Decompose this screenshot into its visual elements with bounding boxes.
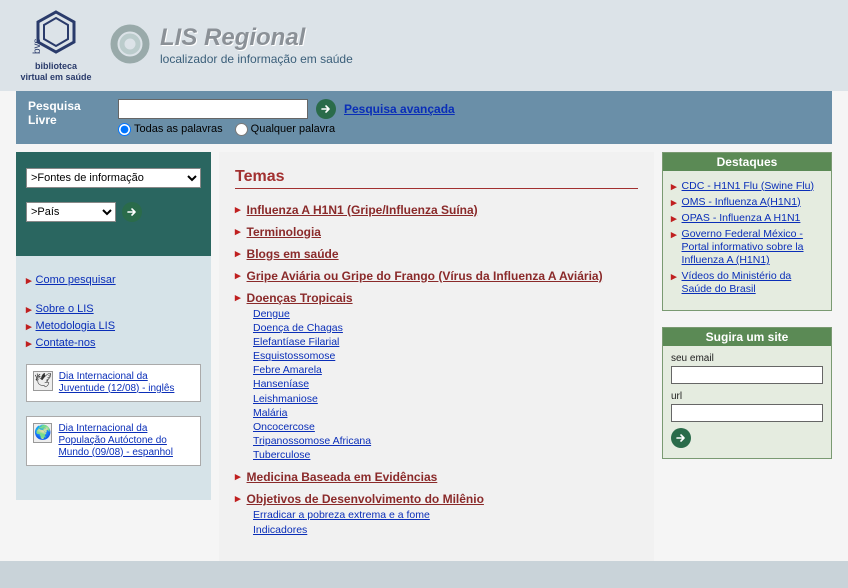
bvs-text-1: biblioteca (35, 61, 77, 71)
caret-icon: ▸ (235, 225, 241, 239)
tema-link-4[interactable]: Doenças Tropicais (247, 291, 353, 305)
bvs-logo: bvs biblioteca virtual em saúde (16, 8, 96, 83)
caret-icon: ▸ (26, 274, 32, 287)
search-label-2: Livre (28, 113, 57, 127)
news-icon: 🌍 (33, 423, 52, 443)
caret-icon: ▸ (671, 180, 677, 193)
tema-item: ▸ Doenças Tropicais DengueDoença de Chagas… (235, 291, 638, 463)
tema-sub-link-4-7[interactable]: Malária (253, 406, 638, 420)
tema-link-0[interactable]: Influenza A H1N1 (Gripe/Influenza Suína) (247, 203, 478, 217)
country-select[interactable]: >País (26, 202, 116, 222)
bvs-hex-icon: bvs (32, 8, 80, 56)
tema-sub-link-4-8[interactable]: Oncocercose (253, 420, 638, 434)
highlights-panel: Destaques ▸ CDC - H1N1 Flu (Swine Flu) ▸ OM… (662, 152, 832, 311)
suggest-title: Sugira um site (663, 328, 831, 346)
tema-item: ▸ Medicina Baseada em Evidências (235, 470, 638, 484)
highlight-link-0[interactable]: CDC - H1N1 Flu (Swine Flu) (682, 180, 814, 193)
right-column: Destaques ▸ CDC - H1N1 Flu (Swine Flu) ▸ OM… (662, 152, 832, 561)
tema-sub-link-4-10[interactable]: Tuberculose (253, 448, 638, 462)
highlight-link-2[interactable]: OPAS - Influenza A H1N1 (682, 212, 801, 225)
highlight-link-1[interactable]: OMS - Influenza A(H1N1) (682, 196, 801, 209)
tema-sub-link-4-5[interactable]: Hanseníase (253, 377, 638, 391)
country-go-button[interactable] (122, 202, 142, 222)
highlight-link-3[interactable]: Governo Federal México - Portal informat… (682, 228, 823, 267)
tema-item: ▸ Objetivos de Desenvolvimento do Milênio… (235, 492, 638, 536)
tema-link-5[interactable]: Medicina Baseada em Evidências (247, 470, 438, 484)
content: Temas ▸ Influenza A H1N1 (Gripe/Influenza… (219, 152, 654, 561)
caret-icon: ▸ (26, 337, 32, 350)
lis-logo-block: LIS Regional localizador de informação e… (108, 22, 353, 69)
tema-item: ▸ Gripe Aviária ou Gripe do Frango (Vírus… (235, 269, 638, 283)
sidebar-link-1[interactable]: Metodologia LIS (36, 320, 116, 332)
tema-sub-link-6-1[interactable]: Indicadores (253, 523, 638, 537)
caret-icon: ▸ (235, 291, 241, 305)
news-link-0[interactable]: Dia Internacional da Juventude (12/08) -… (59, 371, 194, 395)
caret-icon: ▸ (671, 212, 677, 225)
suggest-panel: Sugira um site seu email url (662, 327, 832, 459)
caret-icon: ▸ (235, 269, 241, 283)
caret-icon: ▸ (671, 196, 677, 209)
tema-sub-link-4-4[interactable]: Febre Amarela (253, 363, 638, 377)
search-bar: Pesquisa Livre Pesquisa avançada Todas a… (16, 91, 832, 144)
caret-icon: ▸ (671, 228, 677, 241)
search-label-1: Pesquisa (28, 99, 81, 113)
lis-subtitle: localizador de informação em saúde (160, 52, 353, 66)
advanced-search-link[interactable]: Pesquisa avançada (344, 102, 455, 116)
lis-title: LIS Regional (160, 24, 353, 52)
sidebar: >Fontes de informação >País ▸ Como pesqu… (16, 152, 211, 561)
tema-sub-link-4-3[interactable]: Esquistossomose (253, 349, 638, 363)
how-to-search-link[interactable]: Como pesquisar (36, 274, 116, 286)
radio-all-input[interactable] (118, 123, 131, 136)
search-go-button[interactable] (316, 99, 336, 119)
tema-link-2[interactable]: Blogs em saúde (247, 247, 339, 261)
swirl-icon (108, 22, 152, 69)
radio-all-words[interactable]: Todas as palavras (118, 123, 223, 136)
header: bvs biblioteca virtual em saúde LIS Regi… (0, 0, 848, 91)
tema-item: ▸ Terminologia (235, 225, 638, 239)
radio-any-input[interactable] (235, 123, 248, 136)
page-title: Temas (235, 168, 638, 189)
caret-icon: ▸ (235, 247, 241, 261)
sidebar-link-0[interactable]: Sobre o LIS (36, 303, 94, 315)
sources-select[interactable]: >Fontes de informação (26, 168, 201, 188)
sidebar-link-2[interactable]: Contate-nos (36, 337, 96, 349)
tema-sub-link-4-1[interactable]: Doença de Chagas (253, 321, 638, 335)
news-box-1: 🌍 Dia Internacional da População Autócton… (26, 416, 201, 466)
search-input[interactable] (118, 99, 308, 119)
caret-icon: ▸ (26, 320, 32, 333)
suggest-submit-button[interactable] (671, 428, 691, 448)
tema-sub-link-4-0[interactable]: Dengue (253, 307, 638, 321)
caret-icon: ▸ (235, 203, 241, 217)
tema-sub-link-4-9[interactable]: Tripanossomose Africana (253, 434, 638, 448)
url-field[interactable] (671, 404, 823, 422)
highlight-link-4[interactable]: Vídeos do Ministério da Saúde do Brasil (682, 270, 823, 296)
highlights-title: Destaques (663, 153, 831, 171)
caret-icon: ▸ (235, 470, 241, 484)
url-label: url (671, 391, 682, 402)
tema-sub-link-4-2[interactable]: Elefantíase Filarial (253, 335, 638, 349)
email-label: seu email (671, 353, 714, 364)
tema-sub-link-4-6[interactable]: Leishmaniose (253, 392, 638, 406)
radio-any-word[interactable]: Qualquer palavra (235, 123, 335, 136)
news-box-0: 🕊 Dia Internacional da Juventude (12/08) … (26, 364, 201, 402)
email-field[interactable] (671, 366, 823, 384)
caret-icon: ▸ (671, 270, 677, 283)
tema-link-1[interactable]: Terminologia (247, 225, 321, 239)
svg-text:bvs: bvs (32, 38, 43, 54)
caret-icon: ▸ (26, 303, 32, 316)
news-link-1[interactable]: Dia Internacional da População Autóctone… (58, 423, 194, 459)
bvs-text-2: virtual em saúde (20, 72, 91, 82)
tema-sub-link-6-0[interactable]: Erradicar a pobreza extrema e a fome (253, 508, 638, 522)
tema-item: ▸ Influenza A H1N1 (Gripe/Influenza Suína… (235, 203, 638, 217)
news-icon: 🕊 (33, 371, 53, 391)
tema-link-3[interactable]: Gripe Aviária ou Gripe do Frango (Vírus … (247, 269, 603, 283)
caret-icon: ▸ (235, 492, 241, 506)
tema-link-6[interactable]: Objetivos de Desenvolvimento do Milênio (247, 492, 484, 506)
tema-item: ▸ Blogs em saúde (235, 247, 638, 261)
